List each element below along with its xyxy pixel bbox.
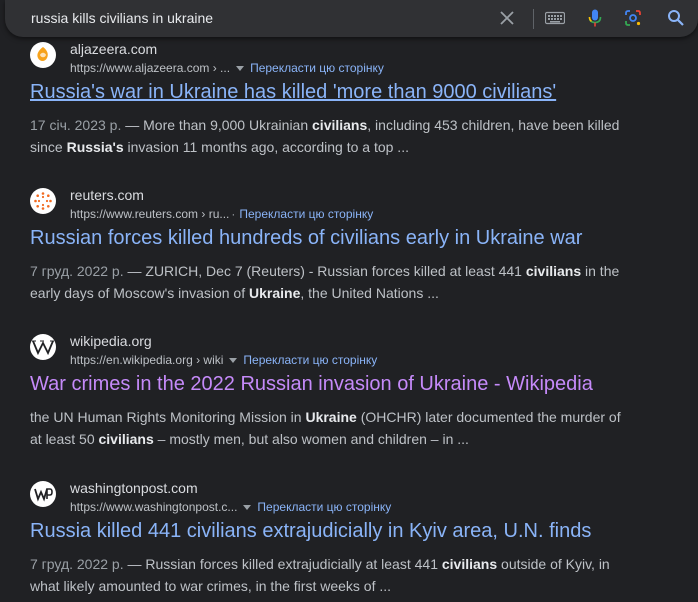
result-title-link[interactable]: Russia's war in Ukraine has killed 'more…	[30, 79, 556, 105]
snippet-text: , the United Nations ...	[300, 285, 439, 301]
result-title-link[interactable]: Russia killed 441 civilians extrajudicia…	[30, 518, 591, 544]
result-snippet: the UN Human Rights Monitoring Mission i…	[30, 406, 630, 450]
search-icon[interactable]	[667, 9, 685, 27]
result-url[interactable]: https://www.reuters.com › ru... · Переклас…	[70, 207, 373, 221]
chevron-down-icon[interactable]	[243, 504, 252, 510]
result-date: 7 груд. 2022 р.	[30, 556, 124, 572]
translate-link[interactable]: Перекласти цю сторінку	[257, 500, 391, 514]
result-snippet: 7 груд. 2022 р. — ZURICH, Dec 7 (Reuters…	[30, 260, 630, 304]
camera-lens-icon[interactable]	[624, 9, 642, 27]
aljazeera-favicon	[30, 42, 56, 68]
search-bar[interactable]: russia kills civilians in ukraine	[5, 0, 698, 37]
result-site-name: reuters.com	[70, 187, 144, 203]
result-url[interactable]: https://www.aljazeera.com › ... Перекласт…	[70, 61, 384, 75]
microphone-icon[interactable]	[586, 9, 604, 27]
translate-link[interactable]: Перекласти цю сторінку	[239, 207, 373, 221]
result-snippet: 7 груд. 2022 р. — Russian forces killed …	[30, 553, 630, 597]
chevron-down-icon[interactable]	[236, 65, 245, 71]
chevron-down-icon[interactable]	[229, 357, 238, 363]
reuters-favicon	[30, 188, 56, 214]
snippet-text: — Russian forces killed extrajudicially …	[123, 556, 442, 572]
snippet-text: invasion 11 months ago, according to a t…	[123, 139, 409, 155]
translate-link[interactable]: Перекласти цю сторінку	[250, 61, 384, 75]
translate-link[interactable]: Перекласти цю сторінку	[243, 353, 377, 367]
result-title-link[interactable]: War crimes in the 2022 Russian invasion …	[30, 371, 593, 397]
result-title-link[interactable]: Russian forces killed hundreds of civili…	[30, 225, 582, 251]
snippet-text: – mostly men, but also women and childre…	[153, 431, 469, 447]
close-icon[interactable]	[498, 9, 516, 27]
snippet-highlight: civilians	[441, 556, 498, 572]
result-date: 7 груд. 2022 р.	[30, 263, 124, 279]
snippet-highlight: Ukraine	[305, 409, 357, 425]
result-url-text: https://en.wikipedia.org › wiki	[70, 353, 224, 367]
result-snippet: 17 січ. 2023 р. — More than 9,000 Ukrain…	[30, 114, 630, 158]
result-date: 17 січ. 2023 р.	[30, 117, 122, 133]
keyboard-icon[interactable]	[544, 9, 566, 27]
snippet-text: — More than 9,000 Ukrainian	[121, 117, 313, 133]
snippet-highlight: civilians	[525, 263, 582, 279]
result-site-name: washingtonpost.com	[70, 480, 198, 496]
search-input[interactable]: russia kills civilians in ukraine	[31, 10, 213, 26]
result-site-name: wikipedia.org	[70, 333, 152, 349]
result-url-text: https://www.reuters.com › ru...	[70, 207, 230, 221]
snippet-text: the UN Human Rights Monitoring Mission i…	[30, 409, 306, 425]
washingtonpost-favicon	[30, 481, 56, 507]
snippet-highlight: Russia's	[66, 139, 124, 155]
result-url[interactable]: https://www.washingtonpost.c... Перекласт…	[70, 500, 391, 514]
url-separator: ·	[231, 207, 236, 221]
search-divider	[533, 9, 534, 29]
result-url-text: https://www.aljazeera.com › ...	[70, 61, 231, 75]
snippet-highlight: civilians	[312, 117, 368, 133]
result-site-name: aljazeera.com	[70, 41, 158, 57]
wikipedia-favicon	[30, 334, 56, 360]
snippet-text: — ZURICH, Dec 7 (Reuters) - Russian forc…	[123, 263, 526, 279]
result-url[interactable]: https://en.wikipedia.org › wiki Перекласт…	[70, 353, 377, 367]
snippet-highlight: civilians	[98, 431, 154, 447]
result-url-text: https://www.washingtonpost.c...	[70, 500, 238, 514]
snippet-highlight: Ukraine	[249, 285, 301, 301]
